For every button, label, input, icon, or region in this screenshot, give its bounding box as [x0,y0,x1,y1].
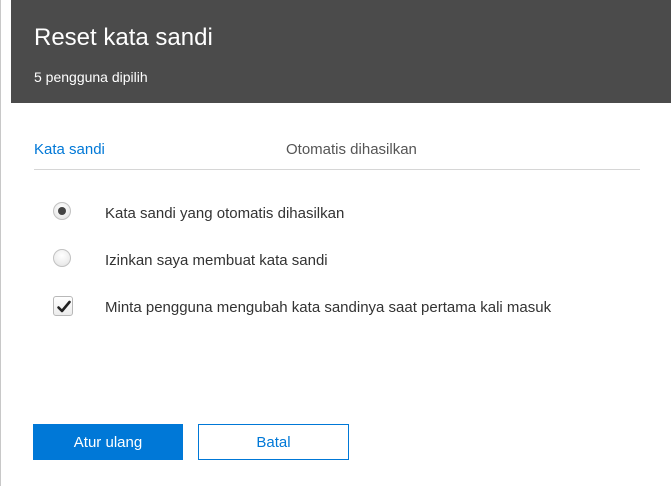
let-me-create-radio[interactable] [53,249,71,267]
page-title: Reset kata sandi [34,24,213,51]
reset-button[interactable]: Atur ulang [33,424,183,460]
auto-generate-radio[interactable] [53,202,71,220]
password-field-row: Kata sandi Otomatis dihasilkan [34,131,640,170]
cancel-button[interactable]: Batal [198,424,349,460]
password-field-label: Kata sandi [34,141,105,158]
panel-header: Reset kata sandi 5 pengguna dipilih [11,0,671,103]
require-change-label: Minta pengguna mengubah kata sandinya sa… [105,299,552,316]
reset-password-panel: Reset kata sandi 5 pengguna dipilih Kata… [0,0,671,486]
selected-users-count: 5 pengguna dipilih [34,69,148,85]
auto-generate-label: Kata sandi yang otomatis dihasilkan [105,205,345,222]
require-change-checkbox[interactable] [53,296,73,316]
let-me-create-label: Izinkan saya membuat kata sandi [105,252,328,269]
password-field-value: Otomatis dihasilkan [286,141,417,158]
radio-selected-dot [58,207,66,215]
checkmark-icon [57,300,71,313]
